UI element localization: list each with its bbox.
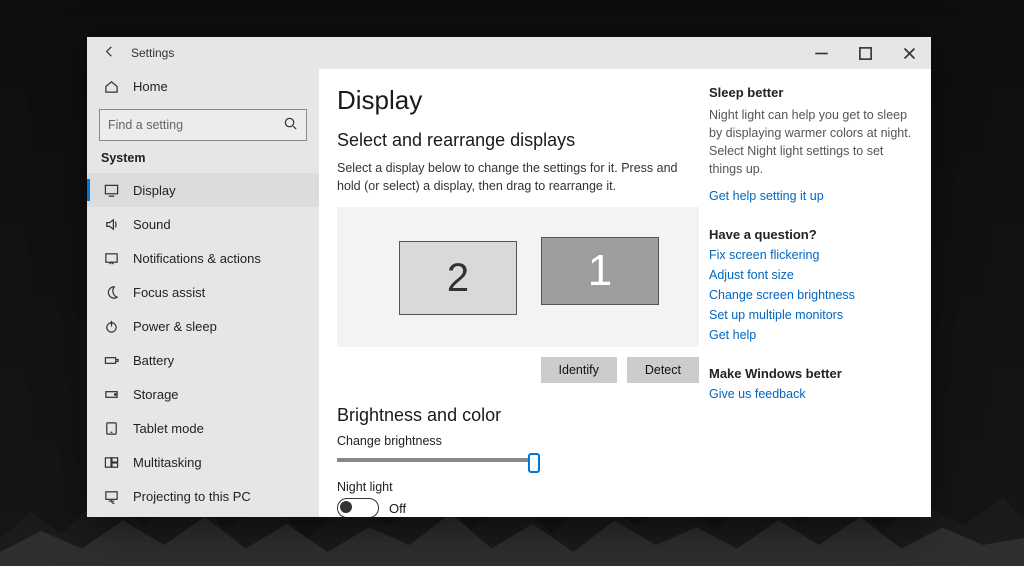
main-pane: Display Select and rearrange displays Se… <box>319 69 709 517</box>
tips-pane: Sleep better Night light can help you ge… <box>709 69 931 517</box>
brightness-heading: Brightness and color <box>337 405 685 426</box>
notifications-icon <box>101 251 121 266</box>
sidebar-item-label: Multitasking <box>133 455 202 470</box>
close-button[interactable] <box>887 37 931 69</box>
sidebar-item-notifications-actions[interactable]: Notifications & actions <box>87 241 319 275</box>
content-area: Display Select and rearrange displays Se… <box>319 69 931 517</box>
help-link[interactable]: Get help <box>709 328 913 342</box>
night-light-toggle[interactable] <box>337 498 379 517</box>
moon-icon <box>101 285 121 300</box>
titlebar[interactable]: Settings <box>87 37 931 69</box>
sidebar-item-label: Storage <box>133 387 179 402</box>
home-nav[interactable]: Home <box>87 69 319 103</box>
search-input[interactable]: Find a setting <box>99 109 307 141</box>
sidebar-item-focus-assist[interactable]: Focus assist <box>87 275 319 309</box>
sleep-better-heading: Sleep better <box>709 85 913 100</box>
maximize-icon <box>858 46 873 61</box>
sidebar-item-label: Power & sleep <box>133 319 217 334</box>
power-icon <box>101 319 121 334</box>
arrange-description: Select a display below to change the set… <box>337 159 685 195</box>
feedback-link[interactable]: Give us feedback <box>709 387 913 401</box>
sidebar-item-display[interactable]: Display <box>87 173 319 207</box>
sidebar: Home Find a setting System Display Sound N… <box>87 69 319 517</box>
sidebar-item-storage[interactable]: Storage <box>87 377 319 411</box>
category-label: System <box>87 151 319 173</box>
help-link[interactable]: Adjust font size <box>709 268 913 282</box>
arrangement-buttons: Identify Detect <box>337 357 699 383</box>
page-title: Display <box>337 85 685 116</box>
sidebar-item-label: Tablet mode <box>133 421 204 436</box>
night-light-state: Off <box>389 501 406 516</box>
help-link[interactable]: Fix screen flickering <box>709 248 913 262</box>
multitasking-icon <box>101 455 121 470</box>
minimize-icon <box>814 46 829 61</box>
detect-button[interactable]: Detect <box>627 357 699 383</box>
sidebar-item-label: Sound <box>133 217 171 232</box>
tablet-icon <box>101 421 121 436</box>
sidebar-item-projecting-to-this-pc[interactable]: Projecting to this PC <box>87 479 319 513</box>
storage-icon <box>101 387 121 402</box>
sidebar-item-sound[interactable]: Sound <box>87 207 319 241</box>
close-icon <box>902 46 917 61</box>
question-heading: Have a question? <box>709 227 913 242</box>
home-label: Home <box>133 79 168 94</box>
maximize-button[interactable] <box>843 37 887 69</box>
brightness-slider[interactable] <box>337 458 537 462</box>
sidebar-item-label: Notifications & actions <box>133 251 261 266</box>
nav-list: Display Sound Notifications & actions Focus… <box>87 173 319 513</box>
back-button[interactable] <box>87 44 131 62</box>
sleep-better-link[interactable]: Get help setting it up <box>709 189 913 203</box>
app-title: Settings <box>131 46 174 60</box>
monitor-1[interactable]: 1 <box>541 237 659 305</box>
home-icon <box>101 79 121 94</box>
identify-button[interactable]: Identify <box>541 357 617 383</box>
window-controls <box>799 37 931 69</box>
sidebar-item-label: Battery <box>133 353 174 368</box>
search-placeholder: Find a setting <box>108 118 283 132</box>
sidebar-item-battery[interactable]: Battery <box>87 343 319 377</box>
toggle-knob <box>340 501 352 513</box>
sidebar-item-label: Display <box>133 183 176 198</box>
sidebar-item-multitasking[interactable]: Multitasking <box>87 445 319 479</box>
help-link[interactable]: Set up multiple monitors <box>709 308 913 322</box>
arrange-heading: Select and rearrange displays <box>337 130 685 151</box>
sidebar-item-power-sleep[interactable]: Power & sleep <box>87 309 319 343</box>
minimize-button[interactable] <box>799 37 843 69</box>
display-arrangement[interactable]: 2 1 <box>337 207 699 347</box>
brightness-label: Change brightness <box>337 434 685 448</box>
arrow-left-icon <box>102 44 117 59</box>
projecting-icon <box>101 489 121 504</box>
sidebar-item-label: Projecting to this PC <box>133 489 251 504</box>
night-light-label: Night light <box>337 480 685 494</box>
settings-window: Settings Home Find a setting System Disp… <box>87 37 931 517</box>
sleep-better-desc: Night light can help you get to sleep by… <box>709 106 913 179</box>
slider-thumb[interactable] <box>528 453 540 473</box>
feedback-heading: Make Windows better <box>709 366 913 381</box>
battery-icon <box>101 353 121 368</box>
help-link[interactable]: Change screen brightness <box>709 288 913 302</box>
monitor-2[interactable]: 2 <box>399 241 517 315</box>
search-icon <box>283 116 298 134</box>
display-icon <box>101 183 121 198</box>
sound-icon <box>101 217 121 232</box>
sidebar-item-tablet-mode[interactable]: Tablet mode <box>87 411 319 445</box>
sidebar-item-label: Focus assist <box>133 285 205 300</box>
